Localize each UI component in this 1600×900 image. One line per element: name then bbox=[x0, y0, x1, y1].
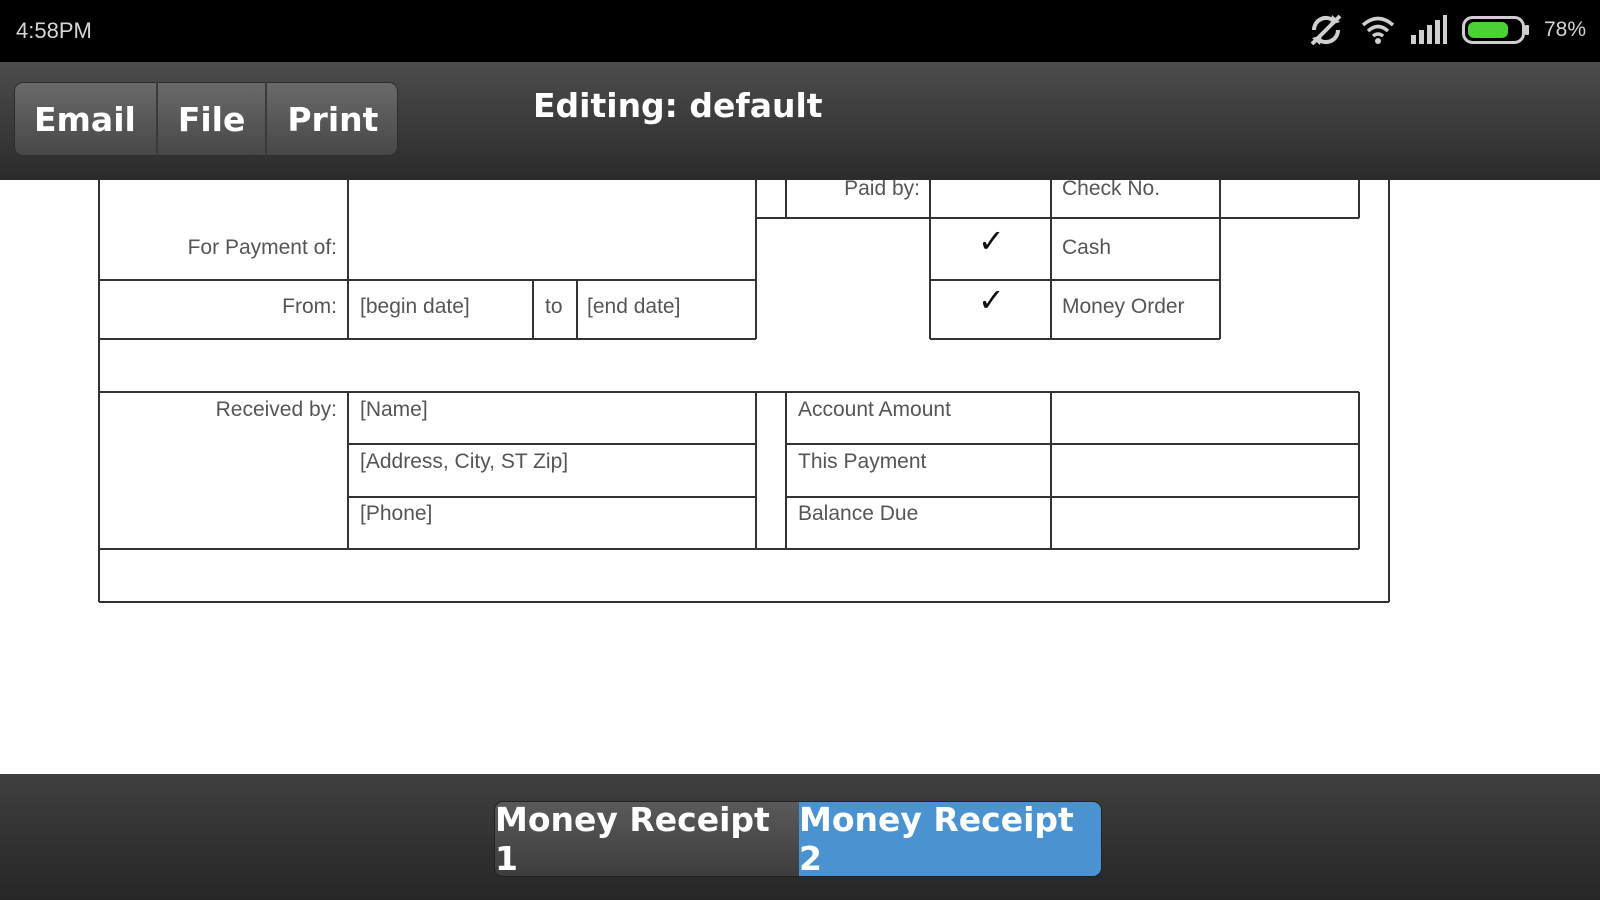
action-bar: Email File Print Editing: default bbox=[0, 62, 1600, 181]
this-payment-label: This Payment bbox=[798, 450, 927, 473]
receipt-document[interactable]: For Payment of: From: [begin date] to [e… bbox=[0, 180, 1600, 774]
from-label: From: bbox=[282, 295, 337, 318]
money-order-check-mark[interactable]: ✓ bbox=[978, 281, 1005, 319]
money-order-label: Money Order bbox=[1062, 295, 1185, 318]
page-title: Editing: default bbox=[533, 86, 823, 125]
tab-money-receipt-2[interactable]: Money Receipt 2 bbox=[799, 802, 1101, 876]
balance-due-label: Balance Due bbox=[798, 502, 919, 525]
email-button[interactable]: Email bbox=[14, 82, 158, 156]
signal-icon bbox=[1410, 15, 1448, 45]
battery-percent: 78% bbox=[1543, 18, 1586, 41]
battery-icon bbox=[1461, 15, 1530, 45]
end-date-field[interactable]: [end date] bbox=[587, 295, 680, 319]
print-button[interactable]: Print bbox=[267, 82, 398, 156]
account-amount-label: Account Amount bbox=[798, 398, 951, 421]
to-label: to bbox=[545, 295, 563, 318]
for-payment-of-label: For Payment of: bbox=[187, 236, 337, 259]
begin-date-field[interactable]: [begin date] bbox=[360, 295, 470, 319]
paid-by-label: Paid by: bbox=[844, 180, 920, 200]
phone-field[interactable]: [Phone] bbox=[360, 502, 432, 526]
action-button-group: Email File Print bbox=[14, 82, 399, 156]
status-time: 4:58PM bbox=[16, 18, 92, 43]
received-by-label: Received by: bbox=[215, 398, 337, 421]
status-icons: 78% bbox=[1306, 12, 1586, 48]
receipt-tabs: Money Receipt 1 Money Receipt 2 bbox=[495, 802, 1101, 876]
form-grid-lines bbox=[98, 180, 1390, 603]
bottom-bar: Money Receipt 1 Money Receipt 2 bbox=[0, 774, 1600, 900]
address-field[interactable]: [Address, City, ST Zip] bbox=[360, 450, 568, 474]
wifi-icon bbox=[1360, 15, 1396, 45]
cash-check-mark[interactable]: ✓ bbox=[978, 222, 1005, 260]
sync-off-icon bbox=[1306, 12, 1346, 48]
status-bar: 4:58PM 78% bbox=[0, 0, 1600, 62]
cash-label: Cash bbox=[1062, 236, 1112, 259]
tab-money-receipt-1[interactable]: Money Receipt 1 bbox=[495, 802, 799, 876]
check-no-label: Check No. bbox=[1062, 180, 1161, 200]
name-field[interactable]: [Name] bbox=[360, 398, 428, 422]
file-button[interactable]: File bbox=[158, 82, 268, 156]
